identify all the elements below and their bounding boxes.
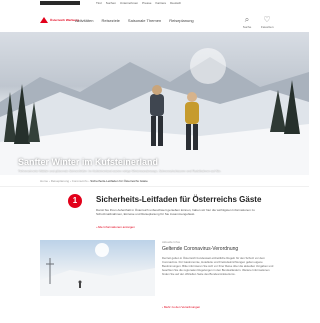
section-link[interactable]: › Alle Informationen anzeigen	[96, 225, 135, 229]
arrow-icon: ›	[162, 305, 163, 309]
top-link[interactable]: Presse	[142, 0, 151, 7]
section-title: Sicherheits-Leitfaden für Österreichs Gä…	[96, 195, 262, 204]
card-image-art	[40, 243, 155, 296]
top-link[interactable]: Unternehmen	[120, 0, 138, 7]
card-image[interactable]	[40, 240, 155, 296]
top-link[interactable]: Tirol	[96, 0, 102, 7]
top-brand-strip	[40, 1, 80, 5]
top-link[interactable]: Karriere	[155, 0, 166, 7]
logo-mark-icon	[40, 17, 48, 23]
header-icons: ⌕ Suche ♡ Favoriten	[241, 15, 274, 29]
hero-title: Sanfter Winter im Kufsteinerland	[18, 157, 158, 167]
hero-subtitle: Tiefverschneite Wälder und glitzernde Sc…	[18, 169, 222, 173]
card-tag: Aktuelle Infos	[162, 240, 181, 244]
breadcrumb-item[interactable]: Reiseplanung	[51, 179, 69, 183]
nav-item-aktivitaeten[interactable]: Aktivitäten	[75, 18, 93, 23]
search-icon: ⌕	[244, 15, 250, 24]
favorites-button[interactable]: ♡ Favoriten	[261, 15, 274, 29]
top-utility-bar: Tirol Suchen Unternehmen Presse Karriere…	[0, 0, 309, 7]
hero-image	[0, 48, 309, 175]
breadcrumb-item[interactable]: Home	[40, 179, 48, 183]
site-header: Österreich Werbung Aktivitäten Reiseziel…	[0, 7, 309, 33]
top-links: Tirol Suchen Unternehmen Presse Karriere…	[96, 0, 181, 7]
site-logo[interactable]: Österreich Werbung	[40, 17, 79, 23]
breadcrumb-item[interactable]: Corona-Info	[72, 179, 88, 183]
heart-icon: ♡	[263, 15, 271, 24]
search-label: Suche	[242, 25, 252, 29]
section-number-badge: 1	[68, 194, 82, 208]
divider	[0, 186, 309, 187]
section-intro: Damit Sie Ihren Aufenthalt in Österreich…	[96, 208, 255, 217]
hero-banner: Sanfter Winter im Kufsteinerland Tiefver…	[0, 32, 309, 175]
nav-item-saisonale-themen[interactable]: Saisonale Themen	[128, 18, 161, 23]
search-button[interactable]: ⌕ Suche	[241, 15, 253, 29]
card-text: Derzeit gelten in Österreich bundesweit …	[162, 256, 274, 276]
breadcrumb: Home › Reiseplanung › Corona-Info › Sich…	[40, 179, 148, 183]
favorites-label: Favoriten	[261, 25, 274, 29]
nav-item-reiseziele[interactable]: Reiseziele	[101, 18, 119, 23]
breadcrumb-current: Sicherheits-Leitfaden für Österreichs Gä…	[90, 179, 148, 183]
nav-item-reiseplanung[interactable]: Reiseplanung	[169, 18, 193, 23]
card-title[interactable]: Geltende Coronavirus-Verordnung	[162, 246, 238, 252]
card-link[interactable]: › Mehr zu den Verordnungen	[162, 305, 200, 309]
main-nav: Aktivitäten Reiseziele Saisonale Themen …	[75, 18, 194, 23]
language-switch[interactable]: Deutsch	[170, 0, 181, 7]
section-link-label: Alle Informationen anzeigen	[97, 225, 135, 229]
top-link[interactable]: Suchen	[106, 0, 116, 7]
card-link-label: Mehr zu den Verordnungen	[163, 305, 201, 309]
